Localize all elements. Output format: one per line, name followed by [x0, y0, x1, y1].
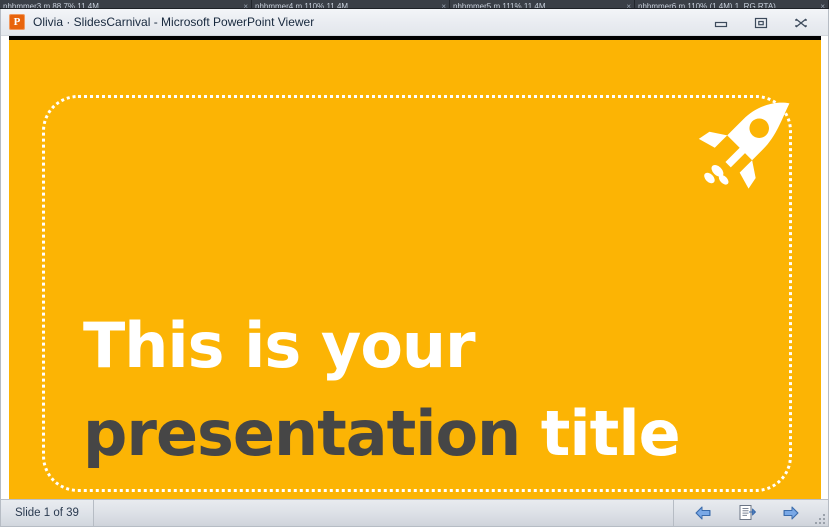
- powerpoint-icon-letter: P: [13, 15, 21, 28]
- previous-slide-button[interactable]: [692, 503, 714, 523]
- close-button[interactable]: [790, 14, 812, 32]
- title-bar[interactable]: P Olivia · SlidesCarnival - Microsoft Po…: [1, 9, 828, 36]
- status-bar: Slide 1 of 39: [1, 499, 828, 526]
- rocket-icon: [691, 98, 799, 194]
- window-title: Olivia · SlidesCarnival - Microsoft Powe…: [33, 15, 315, 29]
- slide-menu-button[interactable]: [736, 503, 758, 523]
- slide-title-word-title-text: title: [540, 397, 681, 470]
- slide-title-line1: This is your: [83, 309, 476, 382]
- slide-frame: This is your presentation title: [9, 36, 821, 500]
- slide-canvas[interactable]: This is your presentation title: [9, 40, 821, 500]
- powerpoint-viewer-window: P Olivia · SlidesCarnival - Microsoft Po…: [0, 9, 829, 527]
- screen: nhhmmer3 m 88.7% 11.4M × nhhmmer4 m 110%…: [0, 0, 829, 527]
- slide-navigation: [674, 500, 828, 526]
- next-slide-button[interactable]: [780, 503, 802, 523]
- powerpoint-icon: P: [9, 14, 25, 30]
- slide-title: This is your presentation title: [83, 302, 743, 478]
- minimize-button[interactable]: [710, 14, 732, 32]
- window-controls: [710, 9, 824, 36]
- slide-title-word-title: [520, 397, 541, 470]
- background-window-strip: nhhmmer3 m 88.7% 11.4M × nhhmmer4 m 110%…: [0, 0, 829, 9]
- restore-button[interactable]: [750, 14, 772, 32]
- status-bar-filler: [94, 500, 674, 526]
- slide-counter: Slide 1 of 39: [1, 500, 94, 526]
- slide-title-word-presentation: presentation: [83, 397, 521, 470]
- slide-title-line2: presentation title: [83, 390, 743, 478]
- slide-stage: This is your presentation title: [1, 36, 828, 500]
- resize-grip[interactable]: [813, 512, 825, 524]
